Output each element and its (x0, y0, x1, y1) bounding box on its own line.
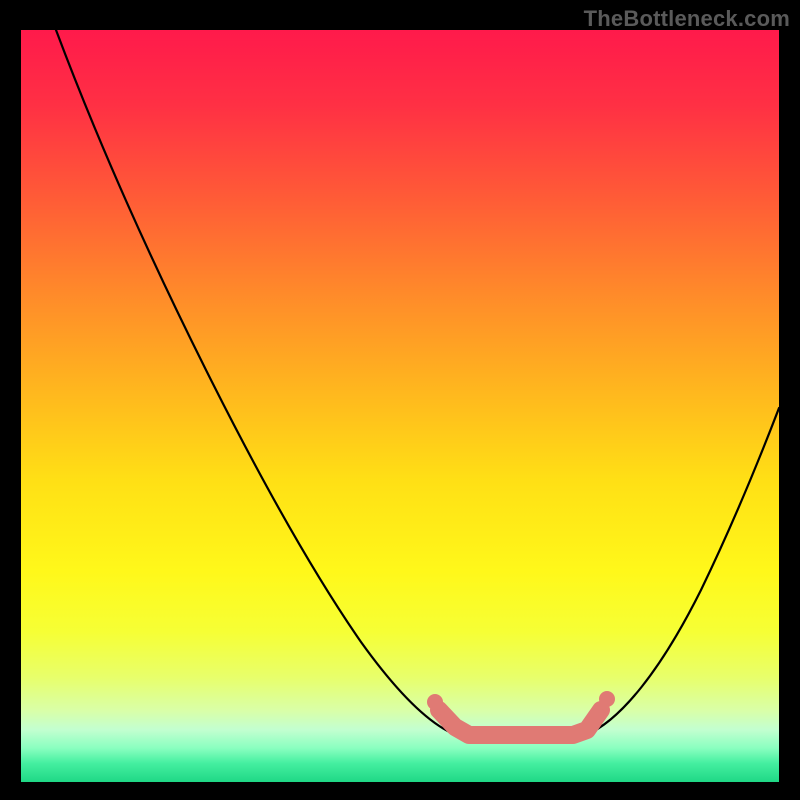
valley-dot (439, 711, 455, 727)
chart-svg (21, 30, 779, 782)
valley-dot (589, 707, 605, 723)
valley-dot (599, 691, 615, 707)
chart-frame: TheBottleneck.com (0, 0, 800, 800)
watermark-text: TheBottleneck.com (584, 6, 790, 32)
gradient-background (21, 30, 779, 782)
plot-area (21, 30, 779, 782)
valley-dot (427, 694, 443, 710)
